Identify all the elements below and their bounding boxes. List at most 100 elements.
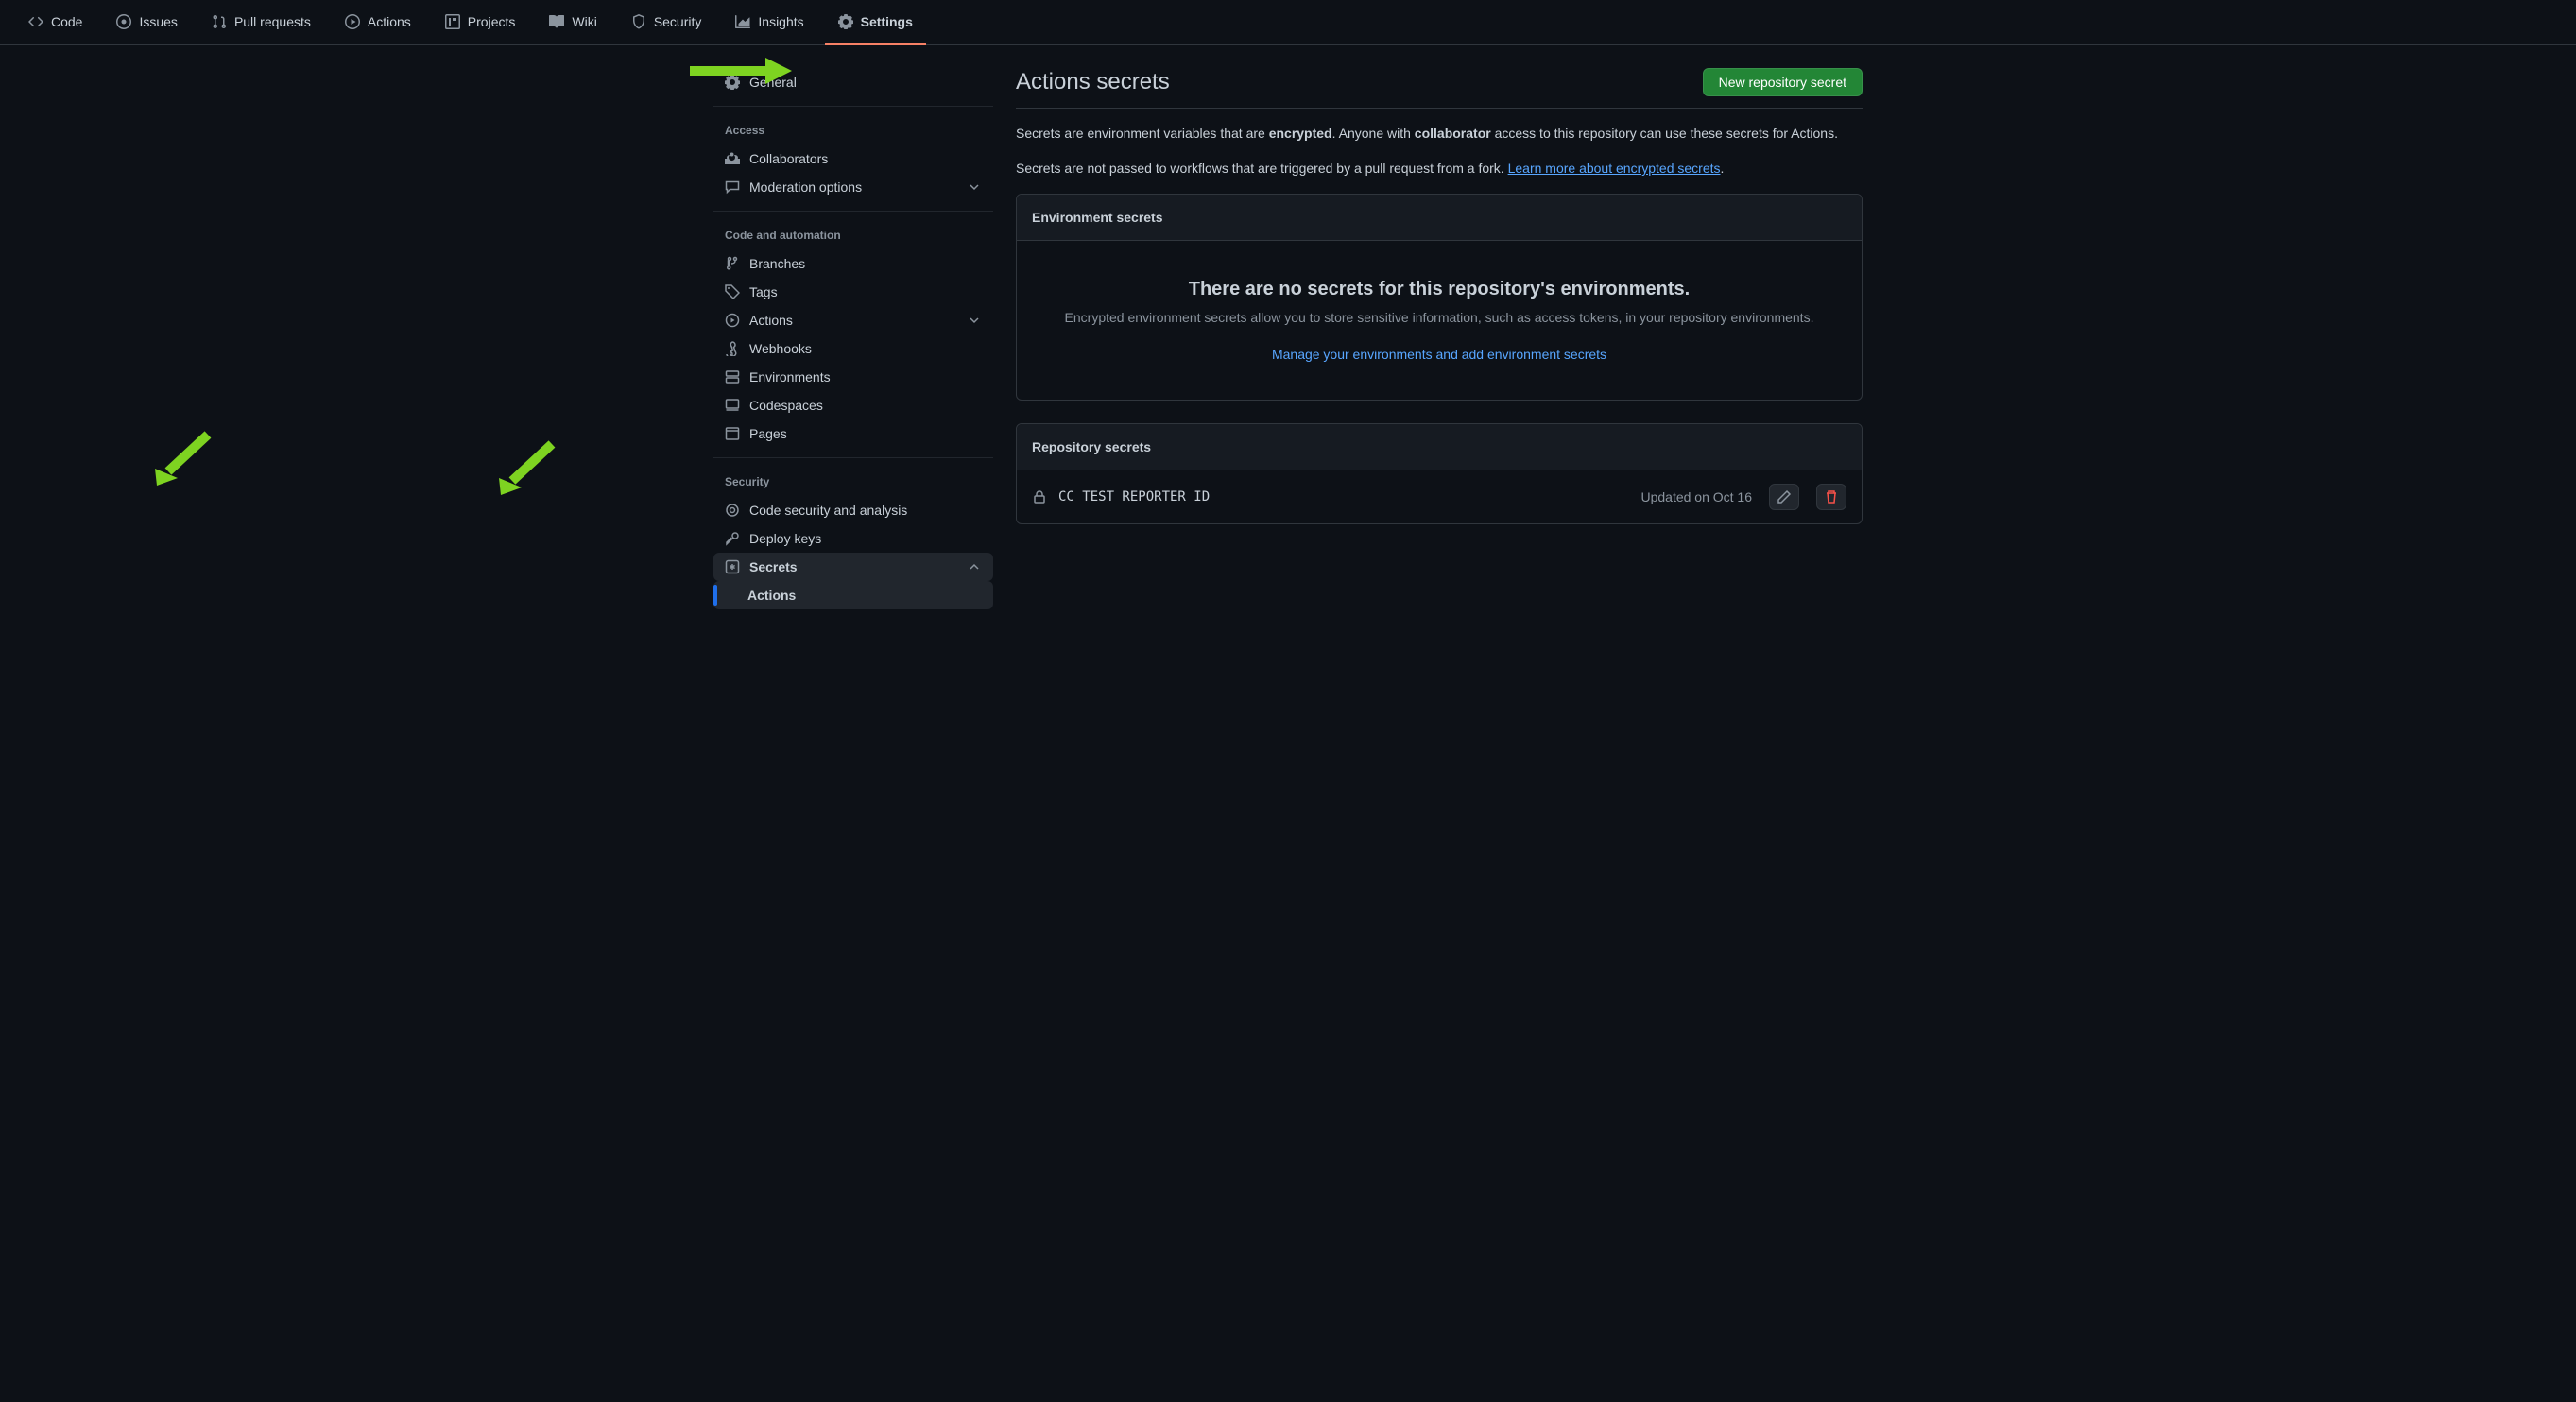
tab-label: Actions (368, 14, 411, 29)
secret-row: CC_TEST_REPORTER_ID Updated on Oct 16 (1017, 470, 1862, 523)
sidebar-item-secrets-actions[interactable]: Actions (713, 581, 993, 609)
sidebar-item-branches[interactable]: Branches (713, 249, 993, 278)
comment-icon (725, 180, 740, 195)
tab-settings[interactable]: Settings (825, 0, 926, 45)
sidebar-item-tags[interactable]: Tags (713, 278, 993, 306)
tab-security[interactable]: Security (618, 0, 715, 45)
play-icon (725, 313, 740, 328)
new-repository-secret-button[interactable]: New repository secret (1703, 68, 1863, 96)
environment-secrets-box: Environment secrets There are no secrets… (1016, 194, 1863, 401)
tab-label: Security (654, 14, 702, 29)
chevron-up-icon (967, 559, 982, 574)
description-text: Secrets are environment variables that a… (1016, 124, 1863, 144)
graph-icon (735, 14, 750, 29)
empty-state-title: There are no secrets for this repository… (1047, 279, 1831, 300)
tab-label: Pull requests (234, 14, 311, 29)
sidebar-item-moderation[interactable]: Moderation options (713, 173, 993, 201)
gear-icon (725, 75, 740, 90)
tab-issues[interactable]: Issues (103, 0, 190, 45)
tab-label: Projects (468, 14, 516, 29)
secret-name: CC_TEST_REPORTER_ID (1058, 489, 1210, 504)
sidebar-item-environments[interactable]: Environments (713, 363, 993, 391)
annotation-arrow (493, 438, 559, 495)
sidebar-item-collaborators[interactable]: Collaborators (713, 145, 993, 173)
learn-more-link[interactable]: Learn more about encrypted secrets (1508, 161, 1721, 176)
gear-icon (838, 14, 853, 29)
play-icon (345, 14, 360, 29)
empty-state-text: Encrypted environment secrets allow you … (1047, 308, 1831, 328)
secret-updated: Updated on Oct 16 (1640, 489, 1752, 504)
browser-icon (725, 426, 740, 441)
main-content: Actions secrets New repository secret Se… (1016, 68, 1863, 609)
key-icon (725, 531, 740, 546)
tab-insights[interactable]: Insights (722, 0, 816, 45)
book-icon (549, 14, 564, 29)
sidebar-item-pages[interactable]: Pages (713, 419, 993, 448)
branch-icon (725, 256, 740, 271)
sidebar-item-general[interactable]: General (713, 68, 993, 96)
sidebar-item-deploy-keys[interactable]: Deploy keys (713, 524, 993, 553)
tab-wiki[interactable]: Wiki (536, 0, 610, 45)
tab-label: Insights (758, 14, 803, 29)
tab-code[interactable]: Code (15, 0, 95, 45)
code-icon (28, 14, 43, 29)
tab-label: Code (51, 14, 82, 29)
box-body: There are no secrets for this repository… (1017, 241, 1862, 400)
page-header: Actions secrets New repository secret (1016, 68, 1863, 109)
sidebar-item-label: General (749, 75, 797, 90)
sidebar-heading-access: Access (713, 116, 993, 145)
repository-secrets-box: Repository secrets CC_TEST_REPORTER_ID U… (1016, 423, 1863, 524)
people-icon (725, 151, 740, 166)
sidebar-item-label: Deploy keys (749, 531, 821, 546)
sidebar-heading-code-automation: Code and automation (713, 221, 993, 249)
lock-icon (1032, 489, 1047, 504)
sidebar-item-code-security[interactable]: Code security and analysis (713, 496, 993, 524)
sidebar-item-webhooks[interactable]: Webhooks (713, 334, 993, 363)
issue-icon (116, 14, 131, 29)
annotation-arrow (149, 429, 215, 486)
trash-icon (1824, 489, 1839, 504)
sidebar-item-label: Code security and analysis (749, 503, 907, 518)
scan-icon (725, 503, 740, 518)
pencil-icon (1777, 489, 1792, 504)
tab-actions[interactable]: Actions (332, 0, 424, 45)
box-header: Environment secrets (1017, 195, 1862, 241)
table-icon (445, 14, 460, 29)
asterisk-icon (725, 559, 740, 574)
tab-pull-requests[interactable]: Pull requests (198, 0, 324, 45)
delete-secret-button[interactable] (1816, 484, 1846, 510)
sidebar-item-label: Secrets (749, 559, 798, 574)
tab-label: Wiki (572, 14, 596, 29)
tab-label: Settings (861, 14, 913, 29)
sidebar-item-label: Collaborators (749, 151, 828, 166)
page-title: Actions secrets (1016, 69, 1170, 95)
sidebar-item-label: Pages (749, 426, 787, 441)
sidebar-item-codespaces[interactable]: Codespaces (713, 391, 993, 419)
divider (713, 106, 993, 107)
shield-icon (631, 14, 646, 29)
manage-environments-link[interactable]: Manage your environments and add environ… (1272, 347, 1606, 362)
sidebar-item-label: Codespaces (749, 398, 823, 413)
edit-secret-button[interactable] (1769, 484, 1799, 510)
sidebar-item-label: Moderation options (749, 180, 862, 195)
chevron-down-icon (967, 313, 982, 328)
server-icon (725, 369, 740, 385)
tab-projects[interactable]: Projects (432, 0, 529, 45)
sidebar-item-label: Actions (747, 588, 796, 603)
tab-label: Issues (139, 14, 177, 29)
sidebar-item-label: Environments (749, 369, 831, 385)
tag-icon (725, 284, 740, 299)
sidebar-item-label: Tags (749, 284, 778, 299)
sidebar-item-actions[interactable]: Actions (713, 306, 993, 334)
divider (713, 457, 993, 458)
sidebar-item-label: Actions (749, 313, 793, 328)
pull-request-icon (212, 14, 227, 29)
sidebar-item-label: Webhooks (749, 341, 812, 356)
codespaces-icon (725, 398, 740, 413)
divider (713, 211, 993, 212)
sidebar-item-label: Branches (749, 256, 805, 271)
chevron-down-icon (967, 180, 982, 195)
description-text: Secrets are not passed to workflows that… (1016, 159, 1863, 179)
sidebar-item-secrets[interactable]: Secrets (713, 553, 993, 581)
webhook-icon (725, 341, 740, 356)
